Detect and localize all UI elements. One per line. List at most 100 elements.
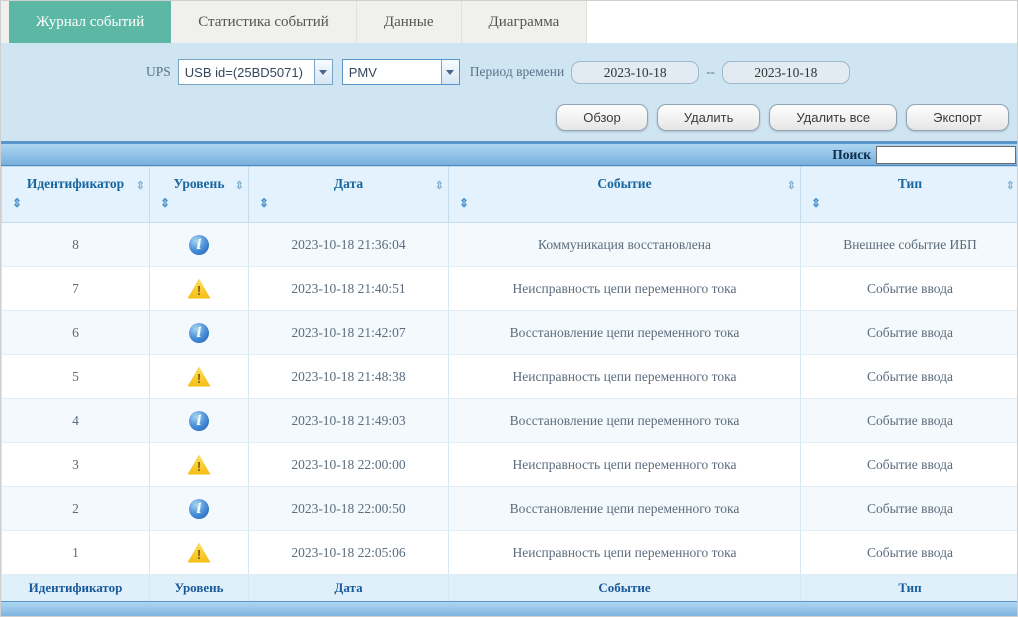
column-header-level[interactable]: Уровень ⇕ ⇕: [149, 166, 249, 223]
model-select[interactable]: PMV: [341, 59, 460, 85]
cell-date: 2023-10-18 21:48:38: [248, 354, 449, 399]
sort-icon: ⇕: [1005, 180, 1015, 192]
search-input[interactable]: [876, 146, 1016, 164]
column-header-type[interactable]: Тип ⇕ ⇕: [800, 166, 1017, 223]
cell-level: [149, 530, 249, 575]
ups-select-value: USB id=(25BD5071): [184, 64, 303, 80]
cell-type: Событие ввода: [800, 266, 1017, 311]
sort-icon: ⇕: [434, 180, 444, 192]
cell-type: Событие ввода: [800, 486, 1017, 531]
column-header-date[interactable]: Дата ⇕ ⇕: [248, 166, 449, 223]
delete-button[interactable]: Удалить: [656, 104, 761, 131]
event-table: Идентификатор ⇕ ⇕ Уровень ⇕ ⇕ Дата ⇕ ⇕ С…: [1, 166, 1017, 601]
table-row-8[interactable]: 8 2023-10-18 21:36:04 Коммуникация восст…: [1, 222, 1017, 267]
cell-type: Событие ввода: [800, 310, 1017, 355]
cell-event: Восстановление цепи переменного тока: [448, 486, 801, 531]
info-icon: [189, 410, 209, 431]
cell-date: 2023-10-18 22:00:00: [248, 442, 449, 487]
ups-select[interactable]: USB id=(25BD5071): [177, 59, 333, 85]
cell-level: [149, 310, 249, 355]
cell-event: Неисправность цепи переменного тока: [448, 266, 801, 311]
period-label: Период времени: [469, 64, 565, 79]
chevron-down-icon[interactable]: [313, 60, 332, 84]
cell-event: Восстановление цепи переменного тока: [448, 310, 801, 355]
cell-event: Неисправность цепи переменного тока: [448, 530, 801, 575]
sort-icon: ⇕: [234, 180, 244, 192]
pagination-bar: [1, 601, 1017, 616]
sort-icon[interactable]: ⇕: [811, 197, 1017, 209]
cell-id: 7: [1, 266, 150, 311]
sort-icon[interactable]: ⇕: [259, 197, 448, 209]
table-row-5[interactable]: 5 2023-10-18 21:48:38 Неисправность цепи…: [1, 354, 1017, 399]
tabs-group: Журнал событий Статистика событий Данные…: [1, 1, 588, 43]
cell-level: [149, 222, 249, 267]
info-icon: [189, 322, 209, 343]
footer-column-event: Событие: [448, 574, 801, 601]
footer-column-level: Уровень: [149, 574, 249, 601]
tab-diagram[interactable]: Диаграмма: [462, 1, 588, 43]
cell-date: 2023-10-18 21:49:03: [248, 398, 449, 443]
footer-column-type: Тип: [800, 574, 1017, 601]
chevron-down-icon[interactable]: [440, 60, 459, 84]
ups-event-log-window: Журнал событий Статистика событий Данные…: [0, 0, 1018, 617]
model-select-value: PMV: [348, 64, 377, 80]
cell-id: 5: [1, 354, 150, 399]
sort-icon: ⇕: [135, 180, 145, 192]
date-to-field[interactable]: 2023-10-18: [721, 60, 850, 84]
tab-event-log[interactable]: Журнал событий: [9, 1, 172, 43]
cell-type: Событие ввода: [800, 530, 1017, 575]
cell-type: Внешнее событие ИБП: [800, 222, 1017, 267]
tab-data[interactable]: Данные: [357, 1, 462, 43]
cell-date: 2023-10-18 21:36:04: [248, 222, 449, 267]
event-table-header: Идентификатор ⇕ ⇕ Уровень ⇕ ⇕ Дата ⇕ ⇕ С…: [1, 166, 1017, 223]
cell-event: Восстановление цепи переменного тока: [448, 398, 801, 443]
cell-id: 6: [1, 310, 150, 355]
warning-icon: [187, 454, 211, 475]
date-separator: --: [706, 64, 715, 79]
footer-column-date: Дата: [248, 574, 449, 601]
column-header-id[interactable]: Идентификатор ⇕ ⇕: [1, 166, 150, 223]
cell-type: Событие ввода: [800, 398, 1017, 443]
event-table-body: 8 2023-10-18 21:36:04 Коммуникация восст…: [1, 222, 1017, 575]
cell-type: Событие ввода: [800, 354, 1017, 399]
filter-panel: UPS USB id=(25BD5071) PMV Период времени…: [1, 43, 1017, 141]
table-row-6[interactable]: 6 2023-10-18 21:42:07 Восстановление цеп…: [1, 310, 1017, 355]
info-icon: [189, 234, 209, 255]
info-icon: [189, 498, 209, 519]
cell-event: Неисправность цепи переменного тока: [448, 354, 801, 399]
table-row-4[interactable]: 4 2023-10-18 21:49:03 Восстановление цеп…: [1, 398, 1017, 443]
search-label: Поиск: [832, 147, 871, 162]
cell-id: 3: [1, 442, 150, 487]
cell-date: 2023-10-18 22:05:06: [248, 530, 449, 575]
sort-icon: ⇕: [786, 180, 796, 192]
cell-id: 4: [1, 398, 150, 443]
search-bar: Поиск: [1, 141, 1017, 166]
cell-event: Коммуникация восстановлена: [448, 222, 801, 267]
cell-level: [149, 354, 249, 399]
export-button[interactable]: Экспорт: [906, 104, 1009, 131]
table-row-1[interactable]: 1 2023-10-18 22:05:06 Неисправность цепи…: [1, 530, 1017, 575]
cell-id: 1: [1, 530, 150, 575]
cell-level: [149, 442, 249, 487]
warning-icon: [187, 366, 211, 387]
cell-type: Событие ввода: [800, 442, 1017, 487]
sort-icon[interactable]: ⇕: [12, 197, 149, 209]
tab-event-statistics[interactable]: Статистика событий: [171, 1, 357, 43]
browse-button[interactable]: Обзор: [556, 104, 648, 131]
column-header-event[interactable]: Событие ⇕ ⇕: [448, 166, 801, 223]
cell-date: 2023-10-18 21:42:07: [248, 310, 449, 355]
cell-event: Неисправность цепи переменного тока: [448, 442, 801, 487]
delete-all-button[interactable]: Удалить все: [769, 104, 898, 131]
cell-date: 2023-10-18 21:40:51: [248, 266, 449, 311]
table-row-7[interactable]: 7 2023-10-18 21:40:51 Неисправность цепи…: [1, 266, 1017, 311]
filter-row-selectors: UPS USB id=(25BD5071) PMV Период времени…: [1, 59, 1017, 85]
cell-date: 2023-10-18 22:00:50: [248, 486, 449, 531]
tab-bar: Журнал событий Статистика событий Данные…: [1, 1, 1017, 43]
table-row-2[interactable]: 2 2023-10-18 22:00:50 Восстановление цеп…: [1, 486, 1017, 531]
date-from-field[interactable]: 2023-10-18: [571, 60, 700, 84]
event-table-container: Идентификатор ⇕ ⇕ Уровень ⇕ ⇕ Дата ⇕ ⇕ С…: [1, 166, 1017, 601]
table-row-3[interactable]: 3 2023-10-18 22:00:00 Неисправность цепи…: [1, 442, 1017, 487]
cell-level: [149, 398, 249, 443]
sort-icon[interactable]: ⇕: [459, 197, 800, 209]
sort-icon[interactable]: ⇕: [160, 197, 248, 209]
